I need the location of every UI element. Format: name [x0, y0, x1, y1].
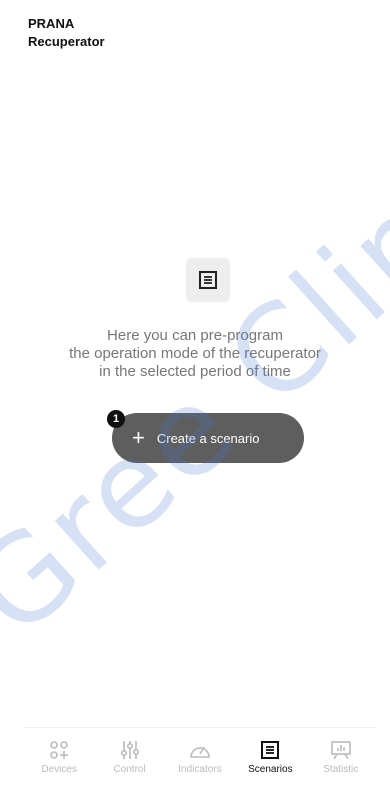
brand-title: PRANA [28, 16, 75, 31]
devices-icon [48, 738, 70, 762]
nav-label: Indicators [178, 764, 222, 775]
empty-state-line: the operation mode of the recuperator [69, 345, 321, 362]
nav-label: Scenarios [248, 764, 293, 775]
nav-item-scenarios[interactable]: Scenarios [238, 728, 302, 775]
plus-icon: + [132, 425, 145, 450]
step-badge: 1 [107, 410, 125, 428]
nav-item-statistic[interactable]: Statistic [309, 728, 373, 775]
empty-state-message: Here you can pre-program the operation m… [0, 327, 390, 381]
device-title: Recuperator [28, 34, 105, 49]
nav-label: Control [113, 764, 146, 775]
empty-state-line: Here you can pre-program [107, 327, 283, 344]
app-header: PRANA Recuperator [28, 15, 105, 51]
gauge-icon [189, 738, 211, 762]
sliders-icon [119, 738, 141, 762]
nav-item-control[interactable]: Control [98, 728, 162, 775]
nav-item-devices[interactable]: Devices [27, 728, 91, 775]
list-document-icon [186, 258, 230, 302]
list-document-icon [260, 738, 280, 762]
chart-board-icon [330, 738, 352, 762]
create-scenario-label: Create a scenario [156, 430, 260, 446]
empty-state-line: in the selected period of time [99, 363, 291, 380]
create-scenario-button[interactable]: + Create a scenario [112, 413, 304, 463]
nav-item-indicators[interactable]: Indicators [168, 728, 232, 775]
bottom-navigation: Devices Control Indicators Scenarios Sta… [24, 727, 376, 780]
nav-label: Statistic [323, 764, 359, 775]
nav-label: Devices [41, 764, 77, 775]
